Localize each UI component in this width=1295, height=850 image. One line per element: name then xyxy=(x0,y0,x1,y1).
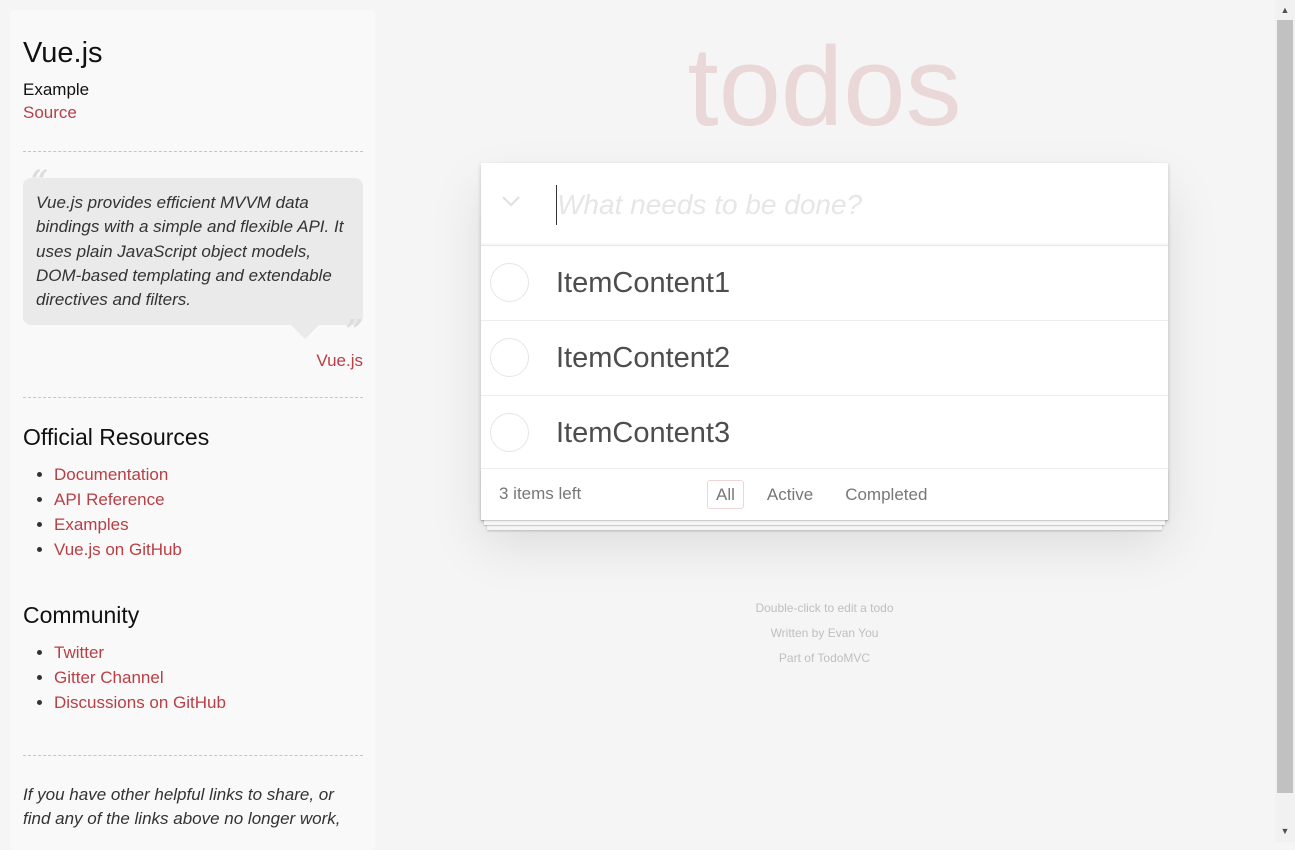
link-discussions[interactable]: Discussions on GitHub xyxy=(54,693,226,712)
community-list: Twitter Gitter Channel Discussions on Gi… xyxy=(23,640,363,715)
list-item: Discussions on GitHub xyxy=(54,690,363,715)
divider xyxy=(23,397,363,399)
filter-completed[interactable]: Completed xyxy=(836,480,936,509)
todo-item[interactable]: ItemContent1 xyxy=(481,246,1168,321)
community-heading: Community xyxy=(23,602,140,629)
info-footer: Double-click to edit a todo Written by E… xyxy=(481,596,1168,671)
quote-author-link[interactable]: Vue.js xyxy=(316,351,363,370)
todo-toggle-checkbox[interactable] xyxy=(490,413,529,452)
scroll-up-arrow-icon[interactable]: ▲ xyxy=(1275,2,1295,19)
info-edit-hint: Double-click to edit a todo xyxy=(755,601,894,615)
filter-tabs: All Active Completed xyxy=(707,480,950,509)
footer-note: If you have other helpful links to share… xyxy=(23,785,341,829)
list-item: Documentation xyxy=(54,462,363,487)
divider xyxy=(23,755,363,757)
link-api-reference[interactable]: API Reference xyxy=(54,490,165,509)
todo-label[interactable]: ItemContent1 xyxy=(556,264,730,302)
scroll-down-arrow-icon[interactable]: ▼ xyxy=(1275,823,1295,840)
todo-toggle-checkbox[interactable] xyxy=(490,263,529,302)
todo-app: ItemContent1 ItemContent2 ItemContent3 3… xyxy=(481,163,1168,520)
official-resources-list: Documentation API Reference Examples Vue… xyxy=(23,462,363,562)
new-todo-input[interactable] xyxy=(556,185,1136,225)
todo-toggle-checkbox[interactable] xyxy=(490,338,529,377)
info-todomvc: Part of TodoMVC xyxy=(778,651,871,665)
quote-block: “ Vue.js provides efficient MVVM data bi… xyxy=(23,164,363,349)
official-resources-heading: Official Resources xyxy=(23,424,210,451)
todo-item[interactable]: ItemContent2 xyxy=(481,321,1168,396)
list-item: API Reference xyxy=(54,487,363,512)
todo-list: ItemContent1 ItemContent2 ItemContent3 xyxy=(481,246,1168,469)
todo-footer: 3 items left All Active Completed xyxy=(481,469,1168,520)
todo-header xyxy=(481,163,1168,246)
source-link[interactable]: Source xyxy=(23,101,363,125)
todo-label[interactable]: ItemContent3 xyxy=(556,414,730,452)
link-vue-github[interactable]: Vue.js on GitHub xyxy=(54,540,182,559)
quote-text: Vue.js provides efficient MVVM data bind… xyxy=(23,178,363,341)
todo-label[interactable]: ItemContent2 xyxy=(556,339,730,377)
info-author: Written by Evan You xyxy=(770,626,879,640)
todo-item[interactable]: ItemContent3 xyxy=(481,396,1168,469)
app-title: todos xyxy=(687,24,962,149)
divider xyxy=(23,151,363,152)
link-documentation[interactable]: Documentation xyxy=(54,465,168,484)
sidebar-subtitle: Example xyxy=(23,80,90,99)
list-item: Vue.js on GitHub xyxy=(54,537,363,562)
scrollbar-thumb[interactable] xyxy=(1277,20,1293,793)
learn-sidebar: Vue.js Example Source “ Vue.js provides … xyxy=(10,10,375,850)
link-examples[interactable]: Examples xyxy=(54,515,129,534)
close-quote-icon: ” xyxy=(345,314,363,350)
chevron-down-icon[interactable] xyxy=(496,188,526,218)
list-item: Twitter xyxy=(54,640,363,665)
sidebar-title: Vue.js xyxy=(23,37,103,69)
list-item: Examples xyxy=(54,512,363,537)
list-item: Gitter Channel xyxy=(54,665,363,690)
page-scrollbar[interactable]: ▲ ▼ xyxy=(1275,0,1295,842)
filter-all[interactable]: All xyxy=(707,480,744,509)
link-gitter[interactable]: Gitter Channel xyxy=(54,668,164,687)
filter-active[interactable]: Active xyxy=(758,480,822,509)
link-twitter[interactable]: Twitter xyxy=(54,643,104,662)
todo-count: 3 items left xyxy=(499,484,582,503)
quote-author: Vue.js xyxy=(23,351,363,371)
